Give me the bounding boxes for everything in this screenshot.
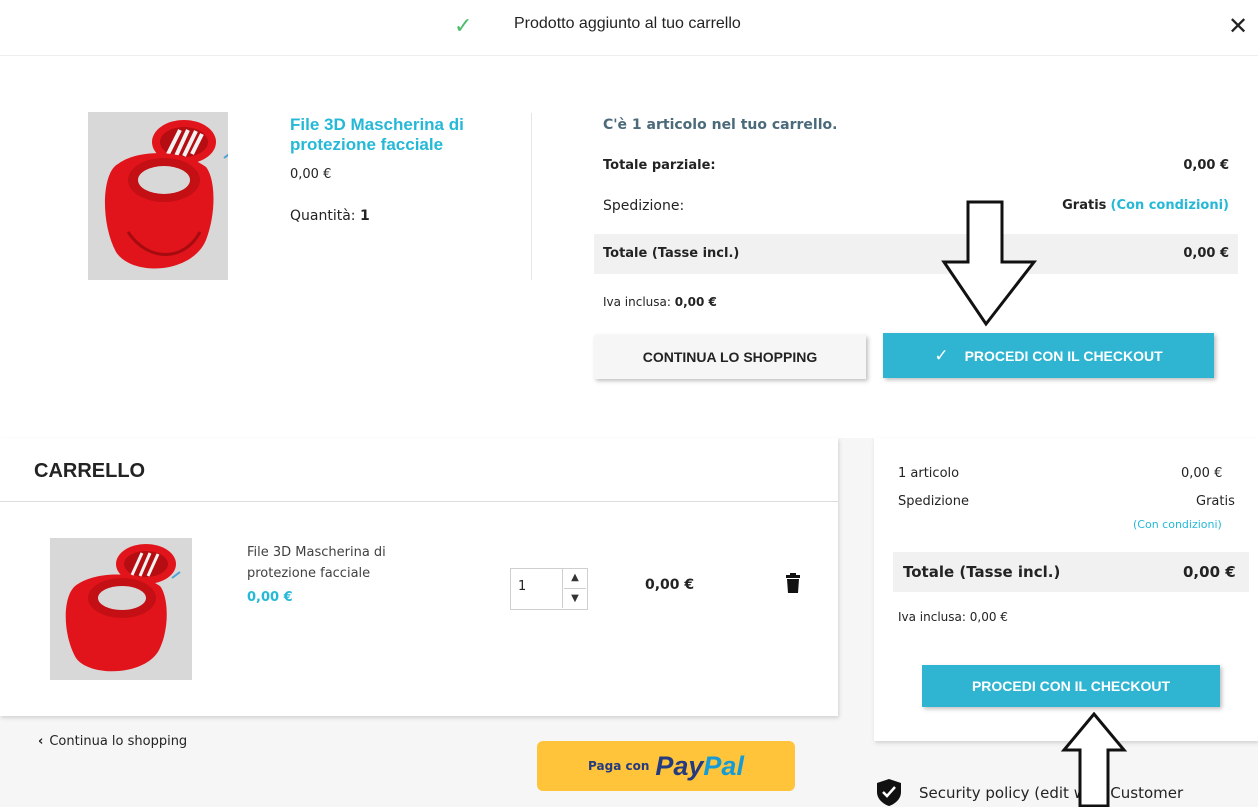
- paypal-logo-pay: Pay: [655, 750, 704, 781]
- cart-divider: [0, 501, 838, 502]
- trash-icon[interactable]: [786, 573, 800, 593]
- continue-shopping-button[interactable]: CONTINUA LO SHOPPING: [594, 335, 866, 379]
- cart-title: CARRELLO: [34, 460, 146, 482]
- paypal-button[interactable]: Paga con Pay Pal: [537, 741, 795, 791]
- shield-icon: [876, 778, 902, 807]
- shipping-free: Gratis: [1062, 198, 1107, 213]
- arrow-down-annotation: [940, 200, 1040, 328]
- cart-count-text: C'è 1 articolo nel tuo carrello.: [603, 117, 838, 133]
- product-quantity: Quantità: 1: [290, 208, 370, 224]
- cart-line-total: 0,00 €: [645, 577, 695, 593]
- summary-shipping-label: Spedizione: [898, 494, 969, 509]
- summary-shipping-conditions-link[interactable]: (Con condizioni): [1133, 518, 1222, 531]
- continue-shopping-link[interactable]: ‹ Continua lo shopping: [38, 734, 187, 749]
- checkout-button-summary[interactable]: PROCEDI CON IL CHECKOUT: [922, 665, 1220, 707]
- vat-value: 0,00 €: [674, 295, 717, 309]
- cart-line-name[interactable]: File 3D Mascherina di protezione faccial…: [247, 542, 447, 584]
- vat-label: Iva inclusa:: [603, 295, 671, 309]
- quantity-value: 1: [359, 208, 370, 224]
- checkout-button-modal[interactable]: ✓ PROCEDI CON IL CHECKOUT: [883, 333, 1214, 378]
- product-price: 0,00 €: [290, 167, 332, 182]
- close-icon[interactable]: ✕: [1228, 12, 1248, 40]
- security-policy-text[interactable]: Security policy (edit with Customer: [919, 784, 1183, 802]
- summary-shipping-value: Gratis: [1196, 494, 1235, 509]
- summary-total-label: Totale (Tasse incl.): [903, 563, 1061, 581]
- vertical-divider: [531, 113, 532, 280]
- vat-text: Iva inclusa: 0,00 €: [603, 295, 717, 309]
- cart-line-unit-price: 0,00 €: [247, 590, 293, 605]
- summary-vat-text: Iva inclusa: 0,00 €: [898, 610, 1008, 624]
- shipping-row: Spedizione: Gratis (Con condizioni): [594, 190, 1238, 224]
- subtotal-row: Totale parziale: 0,00 €: [594, 150, 1238, 184]
- summary-total-value: 0,00 €: [1183, 563, 1236, 581]
- summary-items-value: 0,00 €: [1181, 466, 1223, 481]
- subtotal-label: Totale parziale:: [603, 158, 716, 173]
- checkout-button-label: PROCEDI CON IL CHECKOUT: [964, 347, 1163, 364]
- arrow-up-annotation: [1060, 712, 1128, 807]
- continue-shopping-label: Continua lo shopping: [49, 734, 188, 749]
- total-row: Totale (Tasse incl.) 0,00 €: [594, 234, 1238, 274]
- quantity-label: Quantità:: [290, 208, 356, 224]
- paypal-prefix: Paga con: [588, 759, 650, 773]
- chevron-up-icon[interactable]: ▲: [564, 568, 586, 588]
- quantity-input[interactable]: 1: [518, 579, 526, 594]
- total-value: 0,00 €: [1183, 246, 1229, 261]
- quantity-divider: [562, 569, 563, 608]
- product-name[interactable]: File 3D Mascherina di protezione faccial…: [290, 115, 520, 155]
- summary-items-label: 1 articolo: [898, 466, 960, 481]
- shipping-label: Spedizione:: [603, 198, 685, 214]
- cart-line-image[interactable]: [50, 538, 192, 680]
- paypal-logo-pal: Pal: [703, 750, 744, 781]
- total-label: Totale (Tasse incl.): [603, 246, 740, 261]
- subtotal-value: 0,00 €: [1183, 158, 1229, 173]
- shipping-value: Gratis (Con condizioni): [1062, 198, 1229, 213]
- check-icon: ✓: [454, 14, 473, 39]
- modal-title: Prodotto aggiunto al tuo carrello: [514, 15, 741, 32]
- shipping-conditions-link[interactable]: (Con condizioni): [1111, 198, 1229, 213]
- check-icon: ✓: [934, 345, 949, 365]
- chevron-down-icon[interactable]: ▼: [564, 588, 586, 609]
- product-image: [88, 112, 228, 280]
- chevron-left-icon: ‹: [38, 734, 44, 749]
